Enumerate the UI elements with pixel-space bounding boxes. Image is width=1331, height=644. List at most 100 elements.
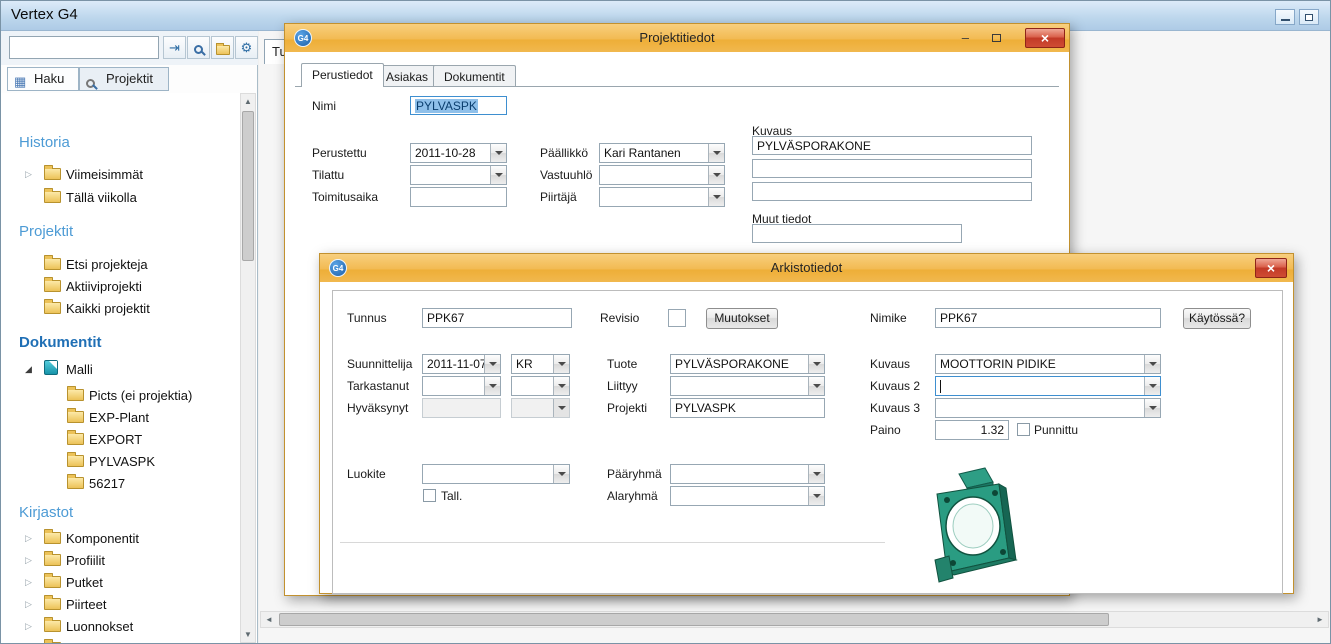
- punnittu-checkbox[interactable]: [1017, 423, 1030, 436]
- tree-item-viimeisimmat[interactable]: Viimeisimmät: [66, 166, 143, 183]
- chevron-down-icon[interactable]: [808, 487, 824, 505]
- chevron-down-icon[interactable]: [490, 166, 506, 184]
- nimi-input[interactable]: PYLVASPK: [410, 96, 507, 115]
- chevron-down-icon[interactable]: [553, 377, 569, 395]
- kuvaus-input-3[interactable]: [752, 182, 1032, 201]
- chevron-down-icon[interactable]: [708, 144, 724, 162]
- kuvaus-input-1[interactable]: PYLVÄSPORAKONE: [752, 136, 1032, 155]
- scroll-right-icon[interactable]: ►: [1312, 612, 1328, 627]
- toimitusaika-label: Toimitusaika: [312, 187, 378, 207]
- tab-dokumentit[interactable]: Dokumentit: [433, 65, 516, 87]
- tree-item-56217[interactable]: 56217: [89, 475, 125, 492]
- chevron-down-icon[interactable]: [484, 377, 500, 395]
- chevron-down-icon[interactable]: [708, 188, 724, 206]
- window-restore-icon[interactable]: [1299, 9, 1319, 25]
- tree-item-profiilit[interactable]: Profiilit: [66, 552, 105, 569]
- dialog-minimize-icon[interactable]: –: [962, 29, 969, 47]
- chevron-down-icon[interactable]: [808, 355, 824, 373]
- tree-item-etsi-projekteja[interactable]: Etsi projekteja: [66, 256, 148, 273]
- tree-item-aktiiviprojekti[interactable]: Aktiiviprojekti: [66, 278, 142, 295]
- chevron-right-icon[interactable]: ▷: [25, 574, 32, 591]
- tab-haku[interactable]: ▦ Haku: [7, 67, 79, 91]
- chevron-right-icon[interactable]: ▷: [25, 552, 32, 569]
- scroll-up-icon[interactable]: ▲: [241, 94, 255, 109]
- tree-item-putket[interactable]: Putket: [66, 574, 103, 591]
- suunnittelija-initials-combo[interactable]: KR: [511, 354, 570, 374]
- go-button[interactable]: ⇥: [163, 36, 186, 59]
- chevron-down-icon[interactable]: [1144, 399, 1160, 417]
- tree-item-malli[interactable]: Malli: [66, 361, 93, 378]
- chevron-down-icon[interactable]: [808, 377, 824, 395]
- tilattu-combo[interactable]: [410, 165, 507, 185]
- scroll-left-icon[interactable]: ◄: [261, 612, 277, 627]
- arkistotiedot-titlebar[interactable]: G4 Arkistotiedot ×: [320, 254, 1293, 282]
- chevron-right-icon[interactable]: ▷: [25, 596, 32, 613]
- projekti-input[interactable]: PYLVASPK: [670, 398, 825, 418]
- chevron-down-icon[interactable]: [553, 355, 569, 373]
- liittyy-combo[interactable]: [670, 376, 825, 396]
- chevron-down-icon[interactable]: [553, 465, 569, 483]
- chevron-right-icon[interactable]: ▷: [25, 530, 32, 547]
- kuvaus3-combo[interactable]: [935, 398, 1161, 418]
- dialog-maximize-icon[interactable]: [992, 34, 1001, 42]
- toimitusaika-input[interactable]: [410, 187, 507, 207]
- alaryhma-combo[interactable]: [670, 486, 825, 506]
- tree-item-export[interactable]: EXPORT: [89, 431, 142, 448]
- tree-item-exp-plant[interactable]: EXP-Plant: [89, 409, 149, 426]
- paino-input[interactable]: 1.32: [935, 420, 1009, 440]
- chevron-down-icon[interactable]: [808, 465, 824, 483]
- tuote-combo[interactable]: PYLVÄSPORAKONE: [670, 354, 825, 374]
- kuvaus3-label: Kuvaus 3: [870, 398, 920, 418]
- kaytossa-button[interactable]: Käytössä?: [1183, 308, 1251, 329]
- dialog-close-icon[interactable]: ×: [1025, 28, 1065, 48]
- open-folder-button[interactable]: [211, 36, 234, 59]
- luokite-combo[interactable]: [422, 464, 570, 484]
- chevron-right-icon[interactable]: ▷: [25, 640, 32, 644]
- kuvaus-input-2[interactable]: [752, 159, 1032, 178]
- tree-item-picts[interactable]: Picts (ei projektia): [89, 387, 192, 404]
- revisio-input[interactable]: [668, 309, 686, 327]
- tree-item-piirteet[interactable]: Piirteet: [66, 596, 106, 613]
- search-input[interactable]: [9, 36, 159, 59]
- tall-checkbox[interactable]: [423, 489, 436, 502]
- chevron-down-icon[interactable]: [1144, 377, 1160, 395]
- kuvaus-combo[interactable]: MOOTTORIN PIDIKE: [935, 354, 1161, 374]
- kuvaus2-combo[interactable]: [935, 376, 1161, 396]
- paaryhma-combo[interactable]: [670, 464, 825, 484]
- tab-perustiedot[interactable]: Perustiedot: [301, 63, 384, 87]
- tree-item-pylvaspk[interactable]: PYLVASPK: [89, 453, 155, 470]
- chevron-right-icon[interactable]: ▷: [25, 618, 32, 635]
- muut-tiedot-input[interactable]: [752, 224, 962, 243]
- nimike-input[interactable]: PPK67: [935, 308, 1161, 328]
- chevron-down-icon[interactable]: [484, 355, 500, 373]
- tree-item-talla-viikolla[interactable]: Tällä viikolla: [66, 189, 137, 206]
- tarkastanut-initials-combo[interactable]: [511, 376, 570, 396]
- chevron-down-icon[interactable]: [1144, 355, 1160, 373]
- perustettu-combo[interactable]: 2011-10-28: [410, 143, 507, 163]
- tree-scrollbar-thumb[interactable]: [242, 111, 254, 261]
- tab-asiakas[interactable]: Asiakas: [375, 65, 439, 87]
- search-button[interactable]: [187, 36, 210, 59]
- workspace-hscrollbar-thumb[interactable]: [279, 613, 1109, 626]
- dialog-close-icon[interactable]: ×: [1255, 258, 1287, 278]
- vastuuhlo-combo[interactable]: [599, 165, 725, 185]
- chevron-down-icon[interactable]: [490, 144, 506, 162]
- window-minimize-icon[interactable]: [1275, 9, 1295, 25]
- tarkastanut-date-combo[interactable]: [422, 376, 501, 396]
- suunnittelija-date-combo[interactable]: 2011-11-07: [422, 354, 501, 374]
- piirtaja-combo[interactable]: [599, 187, 725, 207]
- tree-item-komponentit[interactable]: Komponentit: [66, 530, 139, 547]
- muutokset-button[interactable]: Muutokset: [706, 308, 778, 329]
- tree-item-kaikki-projektit[interactable]: Kaikki projektit: [66, 300, 150, 317]
- tab-projektit[interactable]: Projektit: [79, 67, 169, 91]
- tree-item-symbolit[interactable]: Symbolit: [66, 640, 116, 644]
- projektitiedot-titlebar[interactable]: G4 Projektitiedot – ×: [285, 24, 1069, 52]
- settings-button[interactable]: ⚙: [235, 36, 258, 59]
- tunnus-input[interactable]: PPK67: [422, 308, 572, 328]
- scroll-down-icon[interactable]: ▼: [241, 627, 255, 642]
- chevron-expanded-icon[interactable]: ◢: [25, 361, 32, 378]
- chevron-right-icon[interactable]: ▷: [25, 166, 32, 183]
- paallikko-combo[interactable]: Kari Rantanen: [599, 143, 725, 163]
- tree-item-luonnokset[interactable]: Luonnokset: [66, 618, 133, 635]
- chevron-down-icon[interactable]: [708, 166, 724, 184]
